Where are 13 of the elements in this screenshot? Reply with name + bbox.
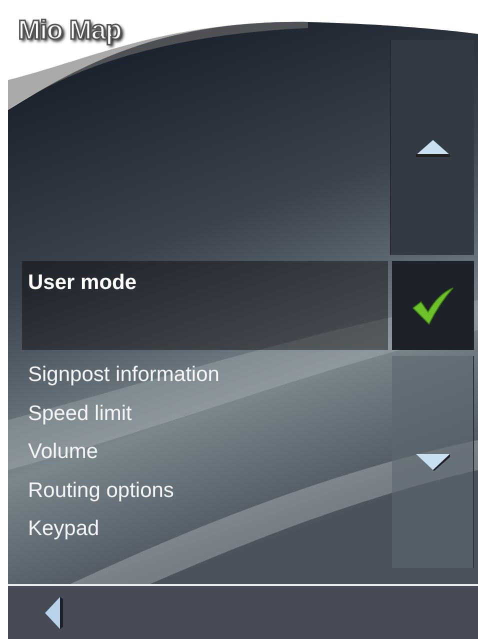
down-arrow-icon [414,452,452,472]
menu-item[interactable]: Signpost information [22,356,388,394]
checkmark-icon [411,286,455,326]
scroll-up-button[interactable] [390,40,474,255]
up-arrow-icon [414,138,452,158]
left-arrow-icon [42,594,64,630]
back-button[interactable] [42,594,64,630]
menu-item[interactable]: Routing options [22,472,388,510]
menu-item[interactable]: Volume [22,433,388,472]
menu-item[interactable]: Keypad [22,510,388,548]
menu-item[interactable]: User mode [22,261,388,350]
menu-item[interactable]: Speed limit [22,394,388,433]
scroll-down-button[interactable] [392,356,474,568]
